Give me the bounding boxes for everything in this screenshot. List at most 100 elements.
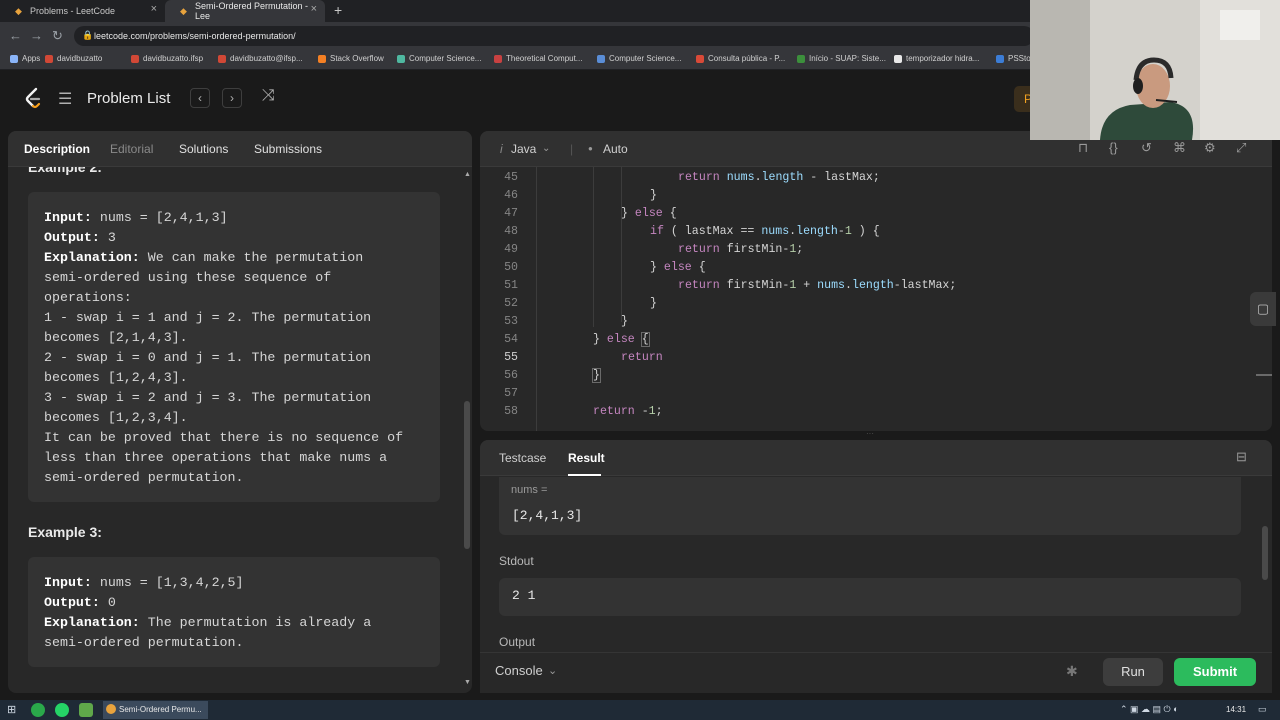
browser-tab-problems[interactable]: ◆ Problems - LeetCode × xyxy=(0,0,165,22)
auto-mode-toggle[interactable]: Auto xyxy=(603,142,628,156)
list-icon[interactable]: ☰ xyxy=(58,89,72,109)
reset-icon[interactable]: ↺ xyxy=(1141,140,1152,156)
close-tab-icon[interactable]: × xyxy=(151,3,157,15)
line-number: 48 xyxy=(504,225,518,238)
tab-editorial[interactable]: Editorial xyxy=(110,142,153,156)
scrollbar-thumb[interactable] xyxy=(464,401,470,549)
person-webcam-image xyxy=(1030,0,1280,140)
line-number: 46 xyxy=(504,189,518,202)
explanation-text: semi-ordered permutation. xyxy=(44,470,244,485)
line-number: 57 xyxy=(504,387,518,400)
scroll-down-icon[interactable]: ▼ xyxy=(464,679,471,686)
bookmark-item[interactable]: davidbuzatto xyxy=(45,54,102,63)
os-taskbar: ⊞ Semi-Ordered Permu... ⌃ ▣ ☁ ▤ ⏻ ◐ 14:3… xyxy=(0,700,1280,720)
output-value: 0 xyxy=(107,595,116,610)
taskbar-window-title: Semi-Ordered Permu... xyxy=(119,705,202,714)
action-bar: Console ⌄ ✱ Run Submit xyxy=(480,652,1272,693)
forward-arrow-icon[interactable]: → xyxy=(30,28,43,43)
line-number: 56 xyxy=(504,369,518,382)
dot-icon: ● xyxy=(588,144,593,153)
reload-icon[interactable]: ↻ xyxy=(52,28,63,44)
line-number: 49 xyxy=(504,243,518,256)
prev-problem-button[interactable]: ‹ xyxy=(190,88,210,108)
tray-icons[interactable]: ⌃ ▣ ☁ ▤ ⏻ ◐ xyxy=(1120,704,1179,715)
bookmark-item[interactable]: Consulta pública - P... xyxy=(696,54,785,63)
line-number: 58 xyxy=(504,405,518,418)
explanation-label: Explanation: xyxy=(44,615,140,630)
notes-icon[interactable]: ▢ xyxy=(1250,292,1276,326)
input-value: nums = [2,4,1,3] xyxy=(99,210,228,225)
explanation-text: becomes [1,2,4,3]. xyxy=(44,370,188,385)
indent-guide xyxy=(593,167,594,327)
output-label: Output xyxy=(499,635,536,649)
bookmark-item[interactable]: Início - SUAP: Siste... xyxy=(797,54,886,63)
bookmark-item[interactable]: davidbuzatto.ifsp xyxy=(131,54,203,63)
next-problem-button[interactable]: › xyxy=(222,88,242,108)
tab-solutions[interactable]: Solutions xyxy=(179,142,228,156)
new-tab-icon[interactable]: + xyxy=(334,2,342,18)
scroll-marker xyxy=(1256,374,1272,376)
tab-description[interactable]: Description xyxy=(24,142,90,156)
braces-icon[interactable]: {} xyxy=(1109,140,1118,155)
bookmark-item[interactable]: Computer Science... xyxy=(397,54,481,63)
windows-start-icon[interactable]: ⊞ xyxy=(7,703,16,716)
active-tab-underline xyxy=(568,474,601,476)
bookmark-icon[interactable]: ⊓ xyxy=(1078,140,1088,156)
line-number: 50 xyxy=(504,261,518,274)
taskbar-chrome-window[interactable]: Semi-Ordered Permu... xyxy=(103,701,208,719)
code-text: return nums.length - lastMax; xyxy=(678,171,880,184)
submit-button[interactable]: Submit xyxy=(1174,658,1256,686)
description-tabs: Description Editorial Solutions Submissi… xyxy=(8,131,472,167)
code-text: return -1; xyxy=(593,405,663,418)
leetcode-logo-icon[interactable] xyxy=(24,87,42,109)
tab-submissions[interactable]: Submissions xyxy=(254,142,322,156)
output-value: 3 xyxy=(107,230,116,245)
explanation-text: semi-ordered using these sequence of xyxy=(44,270,332,285)
run-button[interactable]: Run xyxy=(1103,658,1163,686)
line-number: 54 xyxy=(504,333,518,346)
resize-handle[interactable]: ··· xyxy=(866,430,886,438)
back-arrow-icon[interactable]: ← xyxy=(9,28,22,43)
problem-list-link[interactable]: Problem List xyxy=(87,90,170,107)
debug-bug-icon[interactable]: ✱ xyxy=(1066,663,1078,680)
divider: | xyxy=(570,142,574,156)
expand-icon[interactable]: ⤢ xyxy=(1236,140,1246,156)
layout-icon[interactable]: ⊟ xyxy=(1236,449,1247,465)
tab-result[interactable]: Result xyxy=(568,451,605,465)
leetcode-favicon-icon: ◆ xyxy=(180,6,187,16)
notifications-icon[interactable]: ▭ xyxy=(1258,704,1267,715)
code-text: } xyxy=(650,297,657,310)
settings-gear-icon[interactable]: ⚙ xyxy=(1204,140,1216,156)
bookmark-item[interactable]: temporizador hidra... xyxy=(894,54,979,63)
example-input-line: Input: nums = [1,3,4,2,5] xyxy=(44,573,244,593)
explanation-text: It can be proved that there is no sequen… xyxy=(44,430,404,445)
lock-icon: 🔒 xyxy=(82,30,94,40)
browser-tab-active[interactable]: ◆ Semi-Ordered Permutation - Lee × xyxy=(165,0,325,22)
chevron-right-icon: › xyxy=(230,91,234,105)
bookmark-item[interactable]: Theoretical Comput... xyxy=(494,54,582,63)
language-selector[interactable]: Java xyxy=(511,142,536,156)
scroll-up-icon[interactable]: ▲ xyxy=(464,171,471,178)
address-bar[interactable]: 🔒 leetcode.com/problems/semi-ordered-per… xyxy=(74,26,1034,46)
bookmark-item[interactable]: davidbuzatto@ifsp... xyxy=(218,54,303,63)
console-toggle[interactable]: Console xyxy=(495,663,543,678)
shortcuts-icon[interactable]: ⌘ xyxy=(1173,140,1186,156)
whatsapp-icon[interactable] xyxy=(55,703,69,717)
output-label: Output: xyxy=(44,230,100,245)
result-tabs: Testcase Result ⊟ xyxy=(480,440,1272,476)
stdout-value: 2 1 xyxy=(512,588,536,603)
bookmark-item[interactable]: Apps xyxy=(10,54,40,63)
notes-app-icon[interactable] xyxy=(79,703,93,717)
spotify-icon[interactable] xyxy=(31,703,45,717)
tab-testcase[interactable]: Testcase xyxy=(499,451,546,465)
close-tab-icon[interactable]: × xyxy=(311,3,317,15)
result-scrollbar-thumb[interactable] xyxy=(1262,526,1268,580)
bookmark-item[interactable]: Stack Overflow xyxy=(318,54,384,63)
example-explanation-line: Explanation: The permutation is already … xyxy=(44,613,371,633)
code-text: } else { xyxy=(621,207,677,220)
description-scrollbar[interactable]: ▲ ▼ xyxy=(464,171,471,687)
code-text: return firstMin-1 + nums.length-lastMax; xyxy=(678,279,957,292)
shuffle-icon[interactable]: ⤨ xyxy=(262,87,275,105)
bookmark-item[interactable]: Computer Science... xyxy=(597,54,681,63)
description-panel: Description Editorial Solutions Submissi… xyxy=(8,131,472,693)
